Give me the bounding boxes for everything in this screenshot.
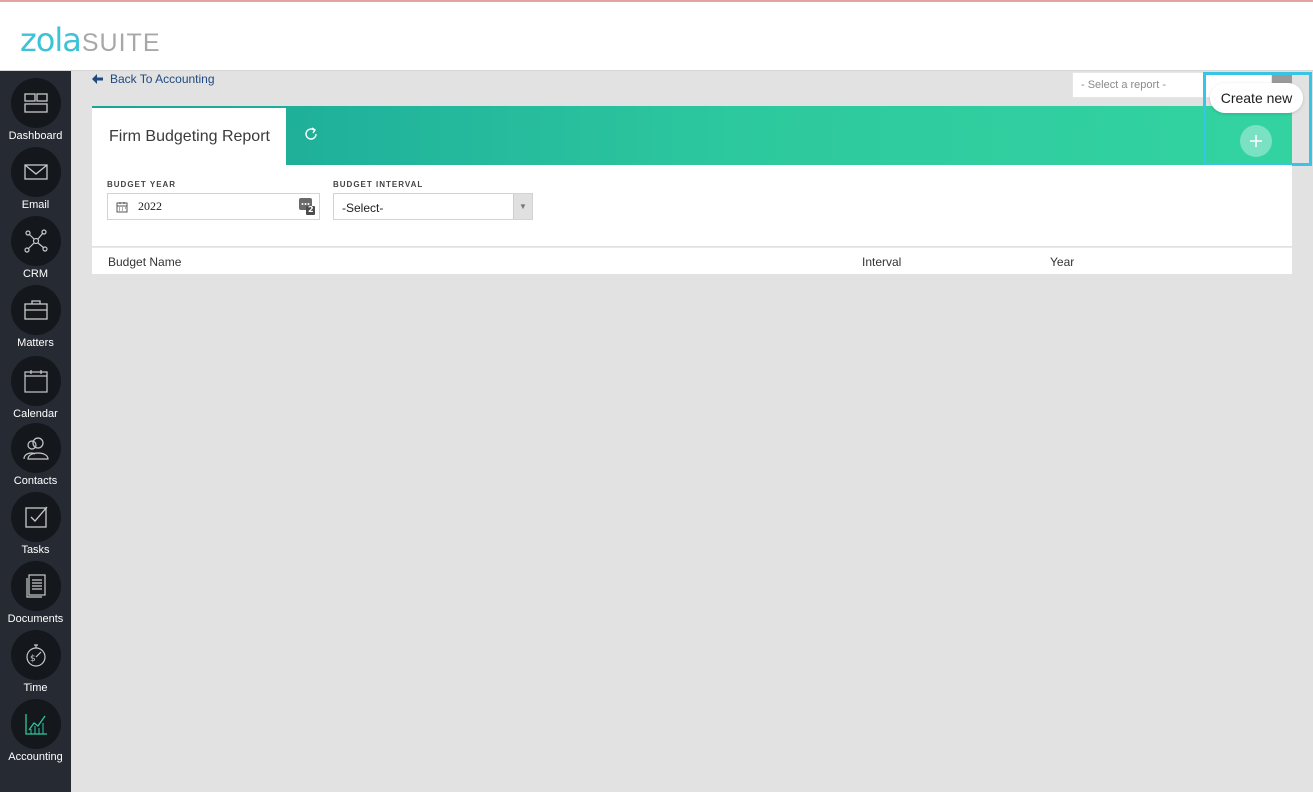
calendar-icon (116, 201, 128, 212)
budget-interval-value: -Select- (342, 201, 384, 215)
create-new-tooltip: Create new (1210, 83, 1303, 113)
refresh-icon[interactable] (303, 126, 319, 142)
sidebar-item-label: Documents (7, 613, 64, 625)
sidebar-item-label: CRM (22, 268, 49, 280)
sidebar: Dashboard Email CRM Matters Calendar Con… (0, 71, 71, 792)
contacts-icon (10, 423, 61, 473)
budget-year-label: BUDGET YEAR (107, 180, 177, 189)
svg-text:$: $ (30, 654, 36, 664)
sidebar-item-label: Calendar (13, 408, 58, 420)
sidebar-item-label: Time (23, 682, 48, 694)
budget-interval-select[interactable]: -Select- (333, 193, 533, 220)
create-new-button[interactable] (1240, 125, 1272, 157)
tab-firm-budgeting-report[interactable]: Firm Budgeting Report (92, 108, 286, 165)
stopwatch-icon: $ (10, 630, 61, 680)
sidebar-item-time[interactable]: $ Time (0, 630, 71, 694)
report-title: Firm Budgeting Report (109, 127, 270, 145)
sidebar-item-matters[interactable]: Matters (0, 285, 71, 349)
back-to-accounting-link[interactable]: Back To Accounting (92, 72, 215, 86)
tooltip-text: Create new (1220, 90, 1293, 106)
sidebar-item-label: Email (21, 199, 50, 211)
document-icon (10, 561, 61, 611)
arrow-left-icon (92, 74, 103, 84)
year-picker-icon[interactable]: 2 (299, 198, 315, 215)
calendar-icon (10, 356, 61, 406)
sidebar-item-calendar[interactable]: Calendar (0, 356, 71, 420)
logo-suite: SUITE (81, 29, 161, 57)
sidebar-item-label: Dashboard (8, 130, 63, 142)
budget-year-input[interactable]: 2022 2 (107, 193, 320, 220)
network-icon (10, 216, 61, 266)
sidebar-item-email[interactable]: Email (0, 147, 71, 211)
column-interval[interactable]: Interval (862, 255, 901, 269)
plus-icon (1250, 135, 1262, 147)
back-link-label: Back To Accounting (110, 72, 215, 86)
zolasuite-logo[interactable]: zola SUITE (20, 24, 161, 56)
checkbox-icon (10, 492, 61, 542)
app-header: zola SUITE (0, 2, 1313, 71)
report-select-placeholder: - Select a report - (1081, 79, 1166, 91)
column-year[interactable]: Year (1050, 255, 1074, 269)
column-budget-name[interactable]: Budget Name (108, 255, 181, 269)
sidebar-item-label: Contacts (13, 475, 58, 487)
envelope-icon (10, 147, 61, 197)
sidebar-item-dashboard[interactable]: Dashboard (0, 78, 71, 142)
sidebar-item-label: Tasks (21, 544, 50, 556)
logo-zola: zola (20, 21, 82, 59)
sidebar-item-label: Accounting (8, 751, 63, 763)
sidebar-item-documents[interactable]: Documents (0, 561, 71, 625)
sidebar-item-crm[interactable]: CRM (0, 216, 71, 280)
year-picker-badge: 2 (308, 205, 314, 214)
dashboard-icon (10, 78, 61, 128)
chart-icon (10, 699, 61, 749)
sidebar-item-contacts[interactable]: Contacts (0, 423, 71, 487)
budget-table-header: Budget Name Interval Year (92, 247, 1292, 274)
chevron-down-icon[interactable]: ▼ (513, 194, 532, 219)
briefcase-icon (10, 285, 61, 335)
budget-interval-label: BUDGET INTERVAL (333, 180, 424, 189)
sidebar-item-accounting[interactable]: Accounting (0, 699, 71, 763)
sidebar-item-label: Matters (17, 337, 54, 349)
sidebar-item-tasks[interactable]: Tasks (0, 492, 71, 556)
budget-year-value: 2022 (138, 199, 162, 213)
